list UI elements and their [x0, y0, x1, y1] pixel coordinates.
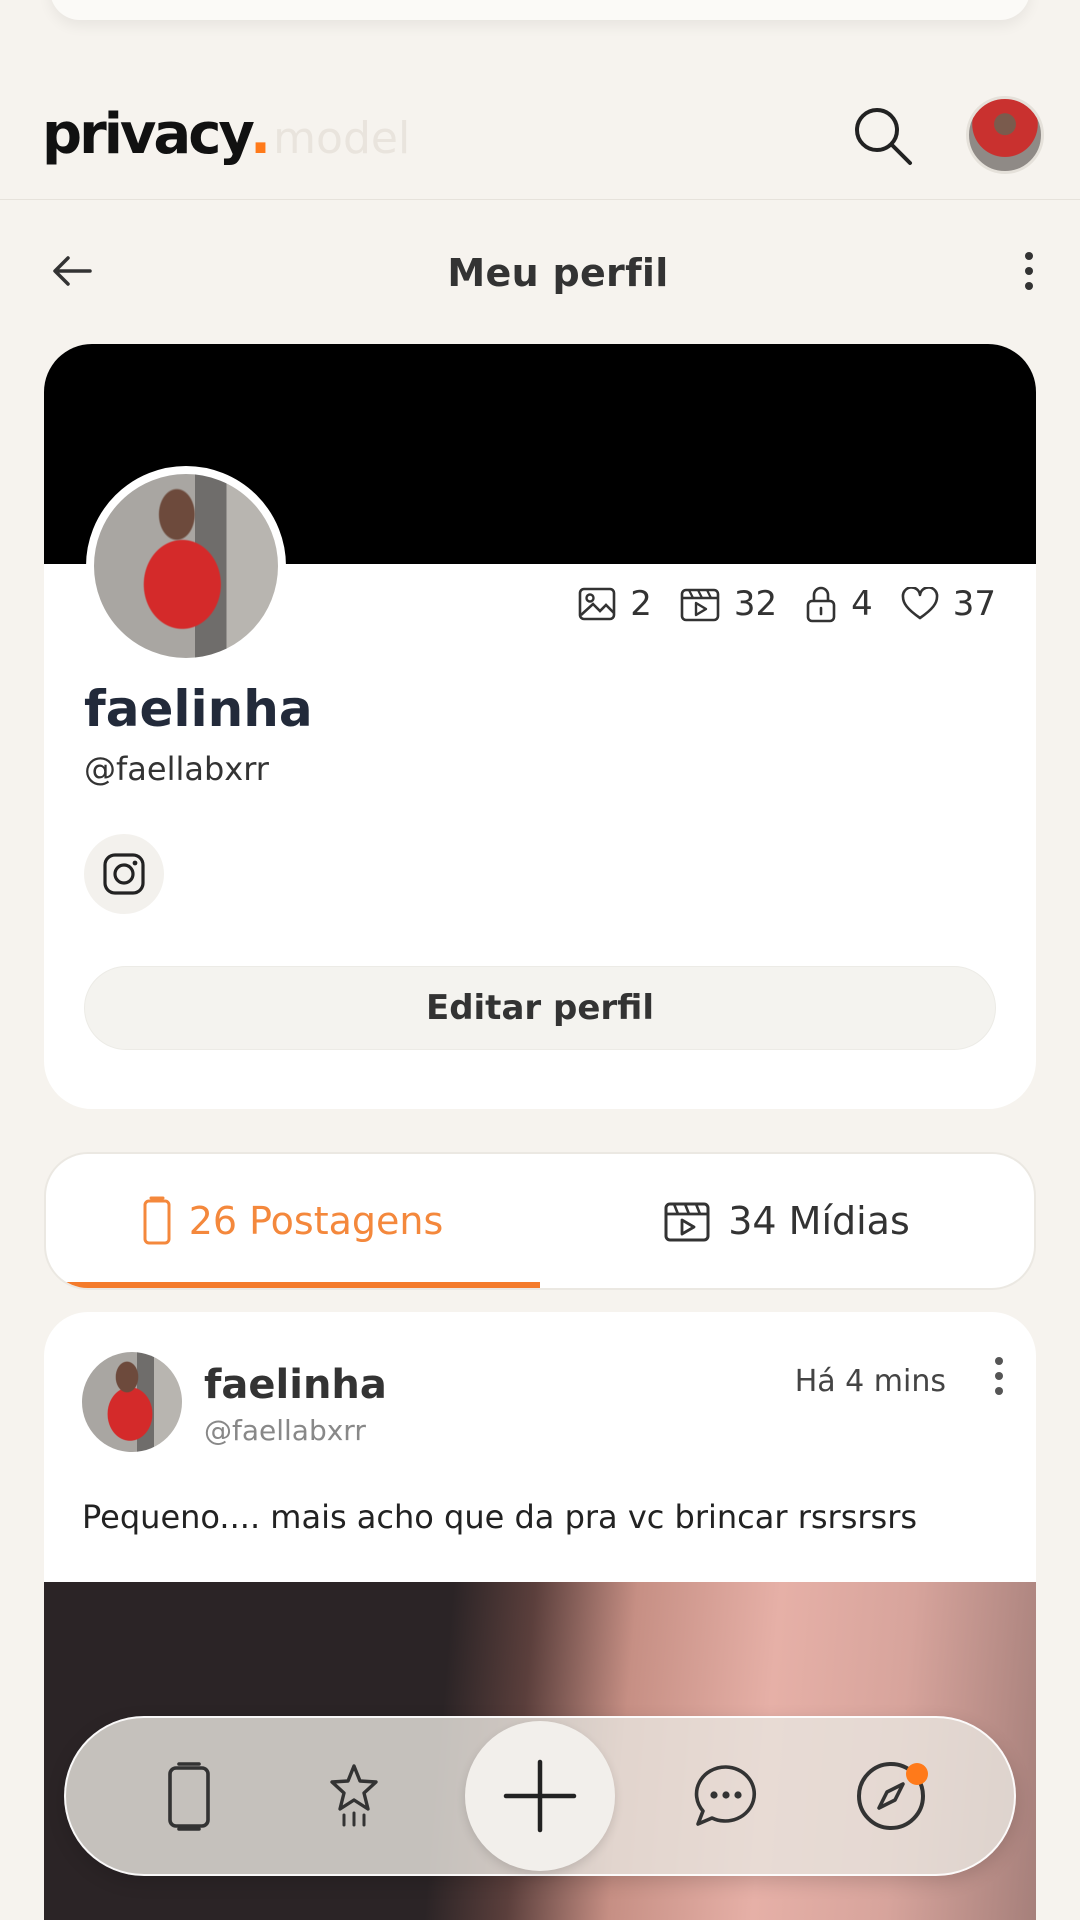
heart-icon: [901, 587, 939, 620]
tab-media[interactable]: 34 Mídias: [540, 1154, 1034, 1288]
notification-dot: [906, 1763, 929, 1785]
avatar[interactable]: [966, 95, 1044, 174]
nav-explore[interactable]: [836, 1741, 946, 1851]
header-actions: [850, 95, 1044, 174]
nav-feed[interactable]: [134, 1741, 244, 1851]
profile-tabs: 26 Postagens 34 Mídias: [44, 1152, 1036, 1290]
stat-videos-count: 32: [733, 584, 778, 624]
page-title: Meu perfil: [447, 250, 669, 295]
instagram-button[interactable]: [84, 834, 164, 914]
post-text: Pequeno.... mais acho que da pra vc brin…: [82, 1498, 918, 1536]
tab-media-label: 34 Mídias: [728, 1199, 910, 1243]
nav-messages[interactable]: [671, 1741, 781, 1851]
post-author-name[interactable]: faelinha: [204, 1362, 387, 1408]
back-arrow-icon[interactable]: [50, 253, 94, 293]
profile-handle: @faellabxrr: [84, 750, 269, 788]
profile-avatar[interactable]: [86, 466, 286, 666]
image-icon: [578, 587, 616, 621]
profile-card: 2 32 4 37 faelinha @faellabxrr Editar pe…: [44, 344, 1036, 1109]
profile-stats: 2 32 4 37: [578, 584, 996, 624]
tab-posts-label: 26 Postagens: [188, 1199, 444, 1243]
stat-images-count: 2: [630, 584, 652, 624]
feed-icon: [167, 1762, 210, 1831]
app-logo[interactable]: privacy . model: [42, 102, 410, 167]
logo-text: privacy: [42, 102, 255, 167]
tab-posts[interactable]: 26 Postagens: [46, 1154, 540, 1288]
post-timestamp: Há 4 mins: [794, 1364, 946, 1399]
stat-likes: 37: [901, 584, 996, 624]
logo-dot: .: [249, 102, 272, 167]
stat-likes-count: 37: [952, 584, 996, 624]
edit-profile-button[interactable]: Editar perfil: [84, 966, 996, 1050]
chat-icon: [694, 1765, 756, 1826]
video-clapper-icon: [664, 1202, 710, 1242]
plus-icon: [503, 1759, 577, 1833]
bottom-nav: [64, 1716, 1016, 1876]
app-header: privacy . model: [0, 70, 1080, 200]
stat-locked: 4: [805, 584, 873, 624]
logo-suffix: model: [273, 113, 411, 164]
profile-name: faelinha: [84, 680, 313, 738]
video-clapper-icon: [680, 588, 720, 622]
star-icon: [330, 1764, 379, 1827]
post-author-handle: @faellabxrr: [204, 1414, 366, 1447]
lock-icon: [806, 586, 836, 623]
phone-icon: [143, 1196, 171, 1245]
stat-images: 2: [578, 584, 652, 624]
more-vertical-icon[interactable]: [1022, 251, 1036, 295]
stat-videos: 32: [680, 584, 777, 624]
search-icon[interactable]: [850, 103, 914, 167]
nav-create[interactable]: [464, 1721, 615, 1871]
instagram-icon: [103, 853, 145, 895]
stat-locked-count: 4: [851, 584, 873, 624]
page-bar: Meu perfil: [0, 225, 1080, 320]
post-more-icon[interactable]: [992, 1356, 1006, 1400]
post-author-avatar[interactable]: [82, 1352, 182, 1452]
top-bar-remnant: [50, 0, 1030, 20]
nav-favorites[interactable]: [299, 1741, 409, 1851]
